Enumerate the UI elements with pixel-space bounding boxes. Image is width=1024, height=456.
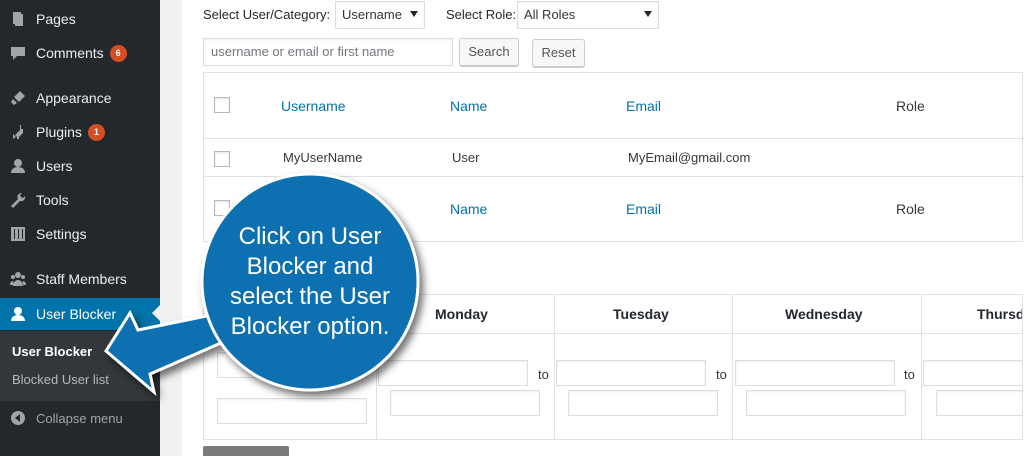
divider — [732, 295, 733, 439]
sidebar-item-comments[interactable]: Comments 6 — [0, 38, 160, 68]
wrench-icon — [10, 192, 26, 208]
cell-username: MyUserName — [283, 150, 363, 165]
wednesday-from-input[interactable] — [735, 360, 895, 386]
divider — [554, 295, 555, 439]
sidebar-item-label: User Blocker — [36, 306, 117, 322]
time-to-input[interactable] — [217, 398, 367, 424]
admin-sidebar: Pages Comments 6 Appearance Plugins 1 Us… — [0, 0, 160, 456]
divider — [921, 295, 922, 439]
pages-icon — [10, 11, 26, 27]
column-footer-role: Role — [896, 201, 925, 217]
user-category-select[interactable]: Username — [335, 1, 425, 29]
day-header-thursday: Thursd — [977, 306, 1023, 322]
role-value: All Roles — [524, 7, 576, 22]
select-all-footer-checkbox[interactable] — [214, 200, 230, 216]
chevron-down-icon — [644, 11, 652, 17]
collapse-menu-button[interactable]: Collapse menu — [0, 403, 160, 433]
submenu-item-user-blocker[interactable]: User Blocker — [12, 344, 92, 359]
paintbrush-icon — [10, 90, 26, 106]
tuesday-from-input[interactable] — [556, 360, 706, 386]
callout-text: Click on User Blocker and select the Use… — [229, 223, 391, 340]
search-input[interactable]: username or email or first name — [203, 38, 453, 66]
sliders-icon — [10, 226, 26, 242]
thursday-to-input[interactable] — [936, 390, 1022, 416]
user-category-value: Username — [342, 7, 402, 22]
sidebar-item-label: Users — [36, 158, 73, 174]
column-header-username[interactable]: Username — [281, 98, 346, 114]
sidebar-item-staff-members[interactable]: Staff Members — [0, 264, 160, 294]
divider — [204, 176, 1024, 177]
column-footer-name[interactable]: Name — [450, 201, 487, 217]
plug-icon — [10, 124, 26, 140]
sidebar-item-settings[interactable]: Settings — [0, 219, 160, 249]
sidebar-item-label: Comments — [36, 45, 104, 61]
thursday-from-input[interactable] — [923, 360, 1022, 386]
sidebar-item-pages[interactable]: Pages — [0, 4, 160, 34]
tuesday-to-input[interactable] — [568, 390, 718, 416]
sidebar-item-tools[interactable]: Tools — [0, 185, 160, 215]
to-label: to — [904, 367, 915, 382]
day-header-monday: Monday — [435, 306, 488, 322]
user-blocker-submenu: User Blocker Blocked User list — [0, 331, 160, 401]
divider — [204, 138, 1024, 139]
day-header-tuesday: Tuesday — [613, 306, 669, 322]
search-placeholder: username or email or first name — [211, 44, 395, 59]
users-table: Username Name Email Role MyUserName User… — [203, 72, 1024, 242]
user-icon — [10, 306, 26, 322]
reset-button[interactable]: Reset — [532, 39, 585, 67]
search-button[interactable]: Search — [459, 38, 519, 66]
active-menu-pointer — [152, 305, 160, 321]
save-button[interactable] — [203, 446, 289, 456]
to-label: to — [538, 367, 549, 382]
select-user-category-label: Select User/Category: — [203, 7, 331, 22]
monday-from-input[interactable] — [378, 360, 528, 386]
sidebar-item-appearance[interactable]: Appearance — [0, 83, 160, 113]
group-icon — [10, 271, 26, 287]
cell-email: MyEmail@gmail.com — [628, 150, 751, 165]
select-role-label: Select Role: — [446, 7, 517, 22]
column-header-email[interactable]: Email — [626, 98, 661, 114]
monday-to-input[interactable] — [390, 390, 540, 416]
submenu-item-blocked-user-list[interactable]: Blocked User list — [12, 372, 109, 387]
collapse-label: Collapse menu — [36, 410, 123, 426]
cell-name: User — [452, 150, 480, 165]
column-footer-email[interactable]: Email — [626, 201, 661, 217]
comments-icon — [10, 45, 26, 61]
comments-count-badge: 6 — [109, 44, 127, 62]
sidebar-item-label: Tools — [36, 192, 69, 208]
wednesday-to-input[interactable] — [746, 390, 906, 416]
sidebar-item-label: Pages — [36, 11, 76, 27]
sidebar-item-plugins[interactable]: Plugins 1 — [0, 117, 160, 147]
chevron-down-icon — [410, 11, 418, 17]
role-select[interactable]: All Roles — [517, 1, 659, 29]
collapse-icon — [10, 410, 26, 426]
select-all-checkbox[interactable] — [214, 97, 230, 113]
user-icon — [10, 158, 26, 174]
sidebar-item-user-blocker[interactable]: User Blocker — [0, 298, 160, 330]
column-header-name[interactable]: Name — [450, 98, 487, 114]
sidebar-item-label: Settings — [36, 226, 87, 242]
column-header-role: Role — [896, 98, 925, 114]
to-label: to — [716, 367, 727, 382]
sidebar-item-label: Plugins — [36, 124, 82, 140]
plugins-count-badge: 1 — [87, 123, 105, 141]
sidebar-item-label: Staff Members — [36, 271, 127, 287]
sidebar-item-label: Appearance — [36, 90, 112, 106]
time-from-input[interactable] — [217, 352, 367, 378]
row-checkbox[interactable] — [214, 151, 230, 167]
sidebar-item-users[interactable]: Users — [0, 151, 160, 181]
day-header-wednesday: Wednesday — [785, 306, 863, 322]
